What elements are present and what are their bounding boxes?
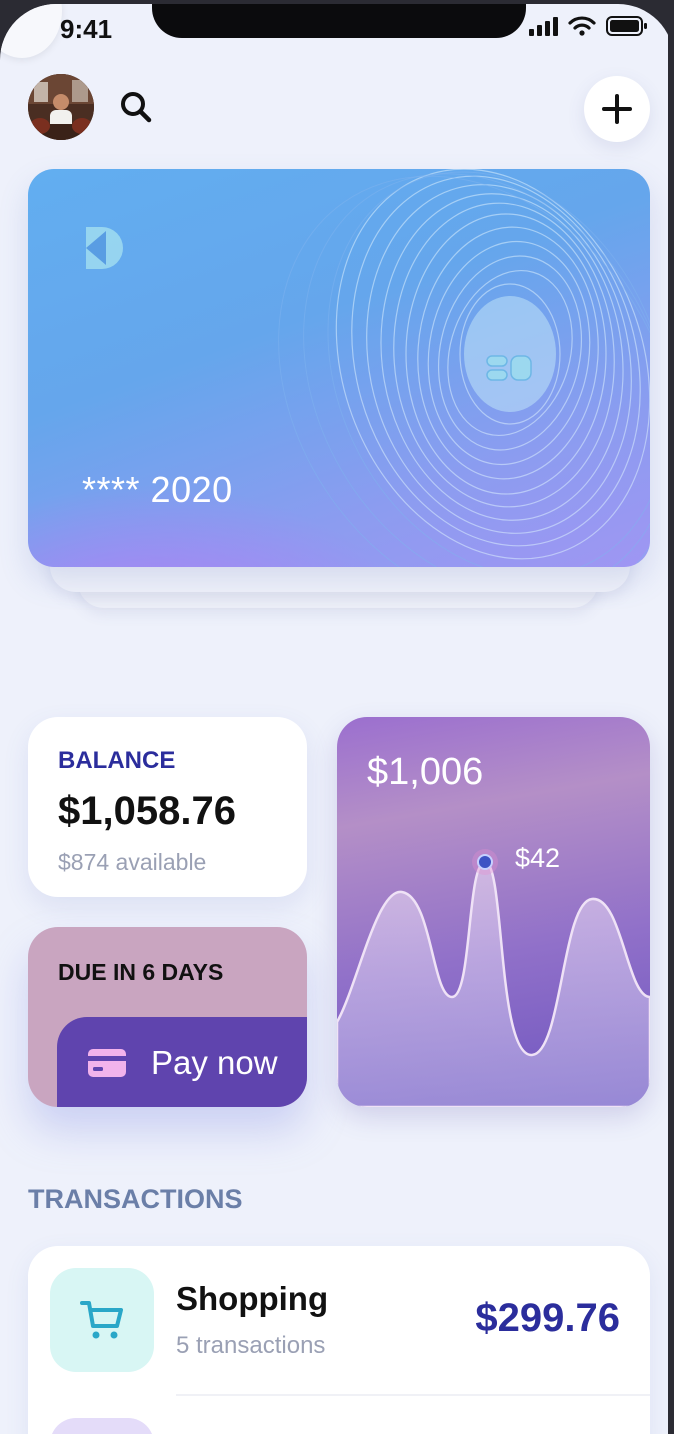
transactions-list: Shopping 5 transactions $299.76 bbox=[28, 1246, 650, 1434]
spending-chart-card[interactable]: $1,006 $42 bbox=[337, 717, 650, 1107]
available-amount: $874 available bbox=[58, 849, 207, 875]
avatar-photo bbox=[28, 74, 94, 140]
search-button[interactable] bbox=[116, 88, 156, 128]
pay-now-button[interactable]: Pay now bbox=[57, 1017, 307, 1107]
avatar[interactable] bbox=[28, 74, 94, 140]
transaction-amount: $299.76 bbox=[475, 1296, 620, 1340]
cart-icon bbox=[80, 1301, 123, 1339]
divider bbox=[176, 1394, 650, 1396]
spending-wave-chart bbox=[337, 849, 650, 1107]
balance-value: $1,058.76 bbox=[58, 789, 236, 833]
next-category-icon bbox=[50, 1418, 154, 1434]
cellular-signal-icon bbox=[529, 17, 558, 36]
device-notch bbox=[152, 4, 526, 38]
credit-card-icon bbox=[88, 1049, 126, 1077]
touch-indicator bbox=[0, 4, 62, 58]
chart-point-label: $42 bbox=[515, 843, 561, 873]
search-icon bbox=[121, 92, 152, 123]
card-number: **** 2020 bbox=[82, 469, 233, 510]
card-logo-icon bbox=[86, 227, 123, 269]
transaction-count: 5 transactions bbox=[176, 1332, 326, 1359]
status-icons bbox=[528, 16, 648, 36]
app-screen: 9:41 **** 2020 BALANCE $1,058.76 $874 av… bbox=[0, 4, 674, 1434]
screen-frame-right bbox=[668, 0, 674, 1434]
pay-now-label: Pay now bbox=[151, 1044, 278, 1081]
transactions-title: TRANSACTIONS bbox=[28, 1184, 243, 1214]
card-chip-icon bbox=[486, 355, 532, 381]
add-button[interactable] bbox=[584, 76, 650, 142]
wifi-icon bbox=[568, 16, 596, 36]
status-time: 9:41 bbox=[60, 14, 113, 44]
battery-icon bbox=[606, 16, 647, 36]
transaction-title: Shopping bbox=[176, 1280, 329, 1317]
balance-label: BALANCE bbox=[58, 747, 176, 774]
balance-card[interactable]: BALANCE $1,058.76 $874 available bbox=[28, 717, 307, 897]
due-card: DUE IN 6 DAYS Pay now bbox=[28, 927, 307, 1107]
due-label: DUE IN 6 DAYS bbox=[58, 959, 224, 985]
shopping-category-icon bbox=[50, 1268, 154, 1372]
plus-icon bbox=[602, 94, 632, 124]
credit-card[interactable]: **** 2020 bbox=[28, 169, 650, 567]
